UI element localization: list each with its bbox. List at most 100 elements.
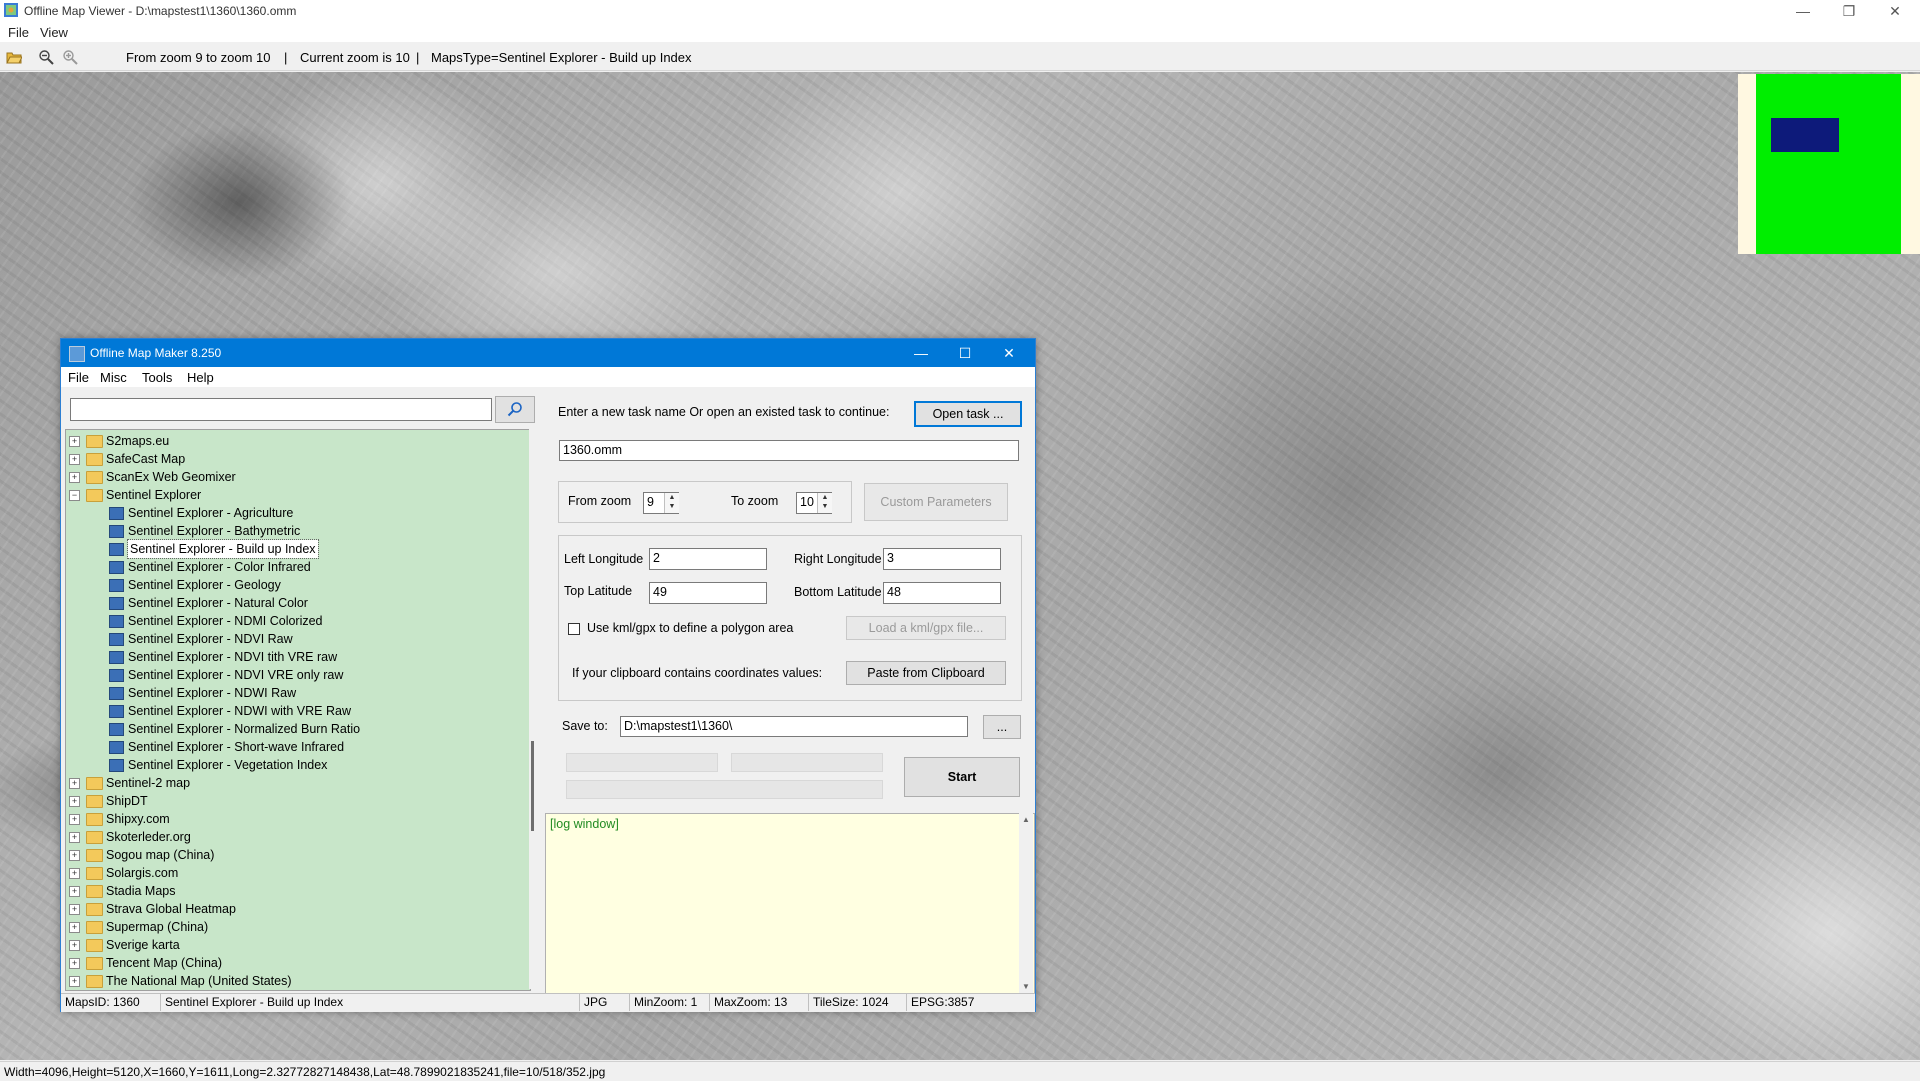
collapse-icon[interactable]: − [69,490,80,501]
save-path-input[interactable]: D:\mapstest1\1360\ [620,716,968,737]
log-scrollbar[interactable]: ▲ ▼ [1019,813,1033,993]
tree-folder-node[interactable]: + Sentinel-2 map [66,774,526,792]
tree-scrollbar-thumb[interactable] [531,741,534,831]
expand-icon[interactable]: + [69,922,80,933]
tree-folder-node[interactable]: + Supermap (China) [66,918,526,936]
tree-node-label[interactable]: Stadia Maps [106,882,175,900]
scroll-down-icon[interactable]: ▼ [1022,982,1030,991]
scroll-up-icon[interactable]: ▲ [1022,815,1030,824]
load-kml-button[interactable]: Load a kml/gpx file... [846,616,1006,640]
tree-node-label[interactable]: Sentinel Explorer [106,486,201,504]
from-zoom-spin-arrows[interactable]: ▲ ▼ [664,493,679,513]
tree-map-node[interactable]: Sentinel Explorer - Build up Index [66,539,526,559]
tree-node-label[interactable]: ShipDT [106,792,148,810]
tree-map-node[interactable]: Sentinel Explorer - Color Infrared [66,558,526,576]
dialog-menu-tools[interactable]: Tools [142,370,172,385]
expand-icon[interactable]: + [69,814,80,825]
tree-node-label[interactable]: Sentinel Explorer - Build up Index [127,539,319,559]
tree-folder-node[interactable]: + Sverige karta [66,936,526,954]
kml-checkbox-label[interactable]: Use kml/gpx to define a polygon area [587,621,793,635]
tree-folder-node[interactable]: + ShipDT [66,792,526,810]
tree-folder-node[interactable]: + Stadia Maps [66,882,526,900]
tree-map-node[interactable]: Sentinel Explorer - NDVI tith VRE raw [66,648,526,666]
tree-node-label[interactable]: Sentinel Explorer - Normalized Burn Rati… [128,720,360,738]
to-zoom-spin-arrows[interactable]: ▲ ▼ [817,493,832,513]
right-longitude-input[interactable]: 3 [883,548,1001,570]
tree-node-label[interactable]: Strava Global Heatmap [106,900,236,918]
tree-folder-node[interactable]: + SafeCast Map [66,450,526,468]
expand-icon[interactable]: + [69,778,80,789]
top-latitude-input[interactable]: 49 [649,582,767,604]
tree-node-label[interactable]: Sentinel Explorer - NDVI Raw [128,630,293,648]
tree-node-label[interactable]: SafeCast Map [106,450,185,468]
map-source-tree[interactable]: + S2maps.eu + SafeCast Map + ScanEx Web Geomi… [65,429,531,991]
kml-checkbox[interactable] [568,623,580,635]
tree-map-node[interactable]: Sentinel Explorer - NDVI Raw [66,630,526,648]
tree-node-label[interactable]: Sentinel Explorer - NDWI with VRE Raw [128,702,351,720]
tree-node-label[interactable]: Sentinel Explorer - Bathymetric [128,522,300,540]
tree-folder-node[interactable]: + Skoterleder.org [66,828,526,846]
tree-node-label[interactable]: Sogou map (China) [106,846,214,864]
bottom-latitude-input[interactable]: 48 [883,582,1001,604]
dialog-menu-help[interactable]: Help [187,370,214,385]
tree-node-label[interactable]: Sentinel Explorer - Natural Color [128,594,308,612]
search-input[interactable] [70,398,492,421]
tree-node-label[interactable]: Skoterleder.org [106,828,191,846]
tree-folder-node[interactable]: − Sentinel Explorer [66,486,526,504]
tree-node-label[interactable]: Sentinel Explorer - NDWI Raw [128,684,296,702]
menu-file[interactable]: File [8,25,29,40]
tree-node-label[interactable]: Sentinel Explorer - Agriculture [128,504,293,522]
tree-folder-node[interactable]: + Tencent Map (China) [66,954,526,972]
tree-map-node[interactable]: Sentinel Explorer - NDWI Raw [66,684,526,702]
tree-folder-node[interactable]: + Solargis.com [66,864,526,882]
tree-map-node[interactable]: Sentinel Explorer - NDWI with VRE Raw [66,702,526,720]
tree-node-label[interactable]: Tencent Map (China) [106,954,222,972]
tree-folder-node[interactable]: + ScanEx Web Geomixer [66,468,526,486]
zoom-in-icon[interactable] [62,49,78,65]
minimap-viewport[interactable] [1771,118,1839,152]
tree-folder-node[interactable]: + Strava Global Heatmap [66,900,526,918]
expand-icon[interactable]: + [69,454,80,465]
minimap[interactable] [1756,74,1901,254]
expand-icon[interactable]: + [69,868,80,879]
tree-scrollbar[interactable] [529,429,535,989]
tree-folder-node[interactable]: + Sogou map (China) [66,846,526,864]
expand-icon[interactable]: + [69,940,80,951]
dialog-menu-misc[interactable]: Misc [100,370,127,385]
expand-icon[interactable]: + [69,472,80,483]
tree-map-node[interactable]: Sentinel Explorer - Short-wave Infrared [66,738,526,756]
expand-icon[interactable]: + [69,886,80,897]
tree-node-label[interactable]: Shipxy.com [106,810,170,828]
open-folder-icon[interactable] [6,49,22,65]
task-name-input[interactable]: 1360.omm [559,440,1019,461]
expand-icon[interactable]: + [69,832,80,843]
tree-node-label[interactable]: ScanEx Web Geomixer [106,468,236,486]
tree-map-node[interactable]: Sentinel Explorer - NDMI Colorized [66,612,526,630]
tree-node-label[interactable]: Sentinel Explorer - Geology [128,576,281,594]
expand-icon[interactable]: + [69,958,80,969]
browse-button[interactable]: ... [983,715,1021,739]
tree-node-label[interactable]: Sentinel Explorer - Color Infrared [128,558,311,576]
tree-node-label[interactable]: Sentinel Explorer - NDVI tith VRE raw [128,648,337,666]
open-task-button[interactable]: Open task ... [914,401,1022,427]
tree-folder-node[interactable]: + Shipxy.com [66,810,526,828]
zoom-out-icon[interactable] [38,49,54,65]
dialog-maximize-button[interactable]: ☐ [943,339,987,367]
tree-map-node[interactable]: Sentinel Explorer - Normalized Burn Rati… [66,720,526,738]
tree-node-label[interactable]: Sentinel Explorer - Vegetation Index [128,756,327,774]
search-button[interactable] [495,396,535,423]
expand-icon[interactable]: + [69,796,80,807]
dialog-titlebar[interactable]: Offline Map Maker 8.250 — ☐ ✕ [61,339,1035,367]
menu-view[interactable]: View [40,25,68,40]
tree-node-label[interactable]: Sverige karta [106,936,180,954]
log-window[interactable]: [log window] [545,813,1035,995]
tree-node-label[interactable]: The National Map (United States) [106,972,292,990]
dialog-minimize-button[interactable]: — [899,339,943,367]
tree-node-label[interactable]: Supermap (China) [106,918,208,936]
tree-map-node[interactable]: Sentinel Explorer - Natural Color [66,594,526,612]
dialog-close-button[interactable]: ✕ [987,339,1031,367]
close-button[interactable]: ✕ [1872,0,1918,22]
start-button[interactable]: Start [904,757,1020,797]
expand-icon[interactable]: + [69,904,80,915]
tree-node-label[interactable]: Sentinel Explorer - NDVI VRE only raw [128,666,343,684]
